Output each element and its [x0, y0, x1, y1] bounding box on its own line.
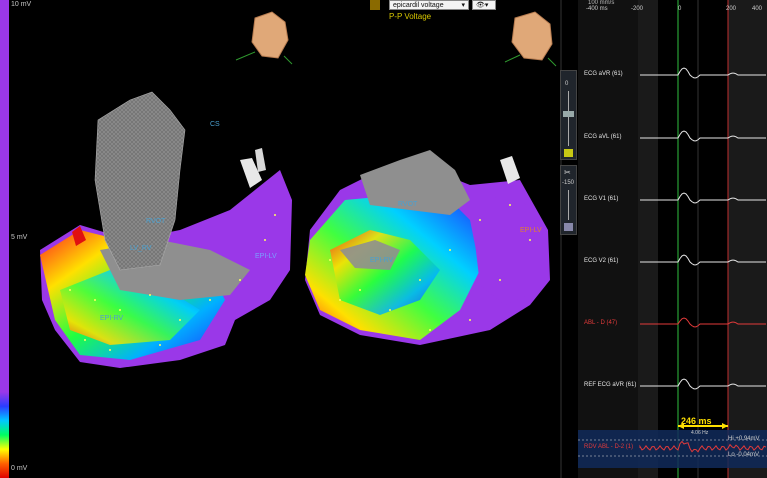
- slider-thumb[interactable]: [563, 111, 574, 117]
- 3d-map-view[interactable]: CS RVOT LV_RV EPI-LV EPI-RV RVOT EPI-RV …: [12, 0, 560, 478]
- map-label-epi-rv-2: EPI-RV: [370, 257, 394, 264]
- map-label-epi-lv-2: EPI-LV: [520, 227, 542, 234]
- ecg-panel: 100 mm/s -400 ms -200 0 200 400 ECG aVR …: [578, 0, 767, 478]
- threshold-slider[interactable]: ✂ -150: [560, 165, 577, 235]
- lead-label-ref: REF ECG aVR (61): [584, 382, 637, 388]
- lock-icon[interactable]: [564, 223, 573, 231]
- scissors-icon[interactable]: ✂: [564, 168, 571, 177]
- time-tick: 0: [678, 6, 682, 12]
- slider-track: [568, 190, 569, 220]
- measurement-sub: 4.06 Hz: [691, 430, 709, 436]
- lead-label-v1: ECG V1 (61): [584, 196, 619, 202]
- measurement-value: 246 ms: [681, 416, 712, 426]
- time-tick: 400: [752, 6, 763, 12]
- lead-label-avr: ECG aVR (61): [584, 71, 623, 77]
- plus-icon[interactable]: [564, 149, 573, 157]
- map-label-epi-lv: EPI-LV: [255, 253, 277, 260]
- map-label-lv-rv: LV_RV: [130, 245, 152, 252]
- orientation-head-icon: [235, 11, 293, 65]
- voltage-color-bar: [0, 0, 9, 478]
- orientation-head-icon: [504, 11, 557, 67]
- time-tick: -200: [631, 6, 644, 12]
- lead-label-abl: ABL - D (47): [584, 320, 618, 326]
- threshold-value: -150: [562, 180, 575, 186]
- time-axis: -400 ms -200 0 200 400: [586, 6, 763, 14]
- map-label-rvot: RVOT: [146, 218, 166, 225]
- lo-threshold-label: Lo -0.04mV: [728, 452, 760, 458]
- map-label-epi-rv: EPI-RV: [100, 315, 124, 322]
- heart-map-view-2: RVOT EPI-RV EPI-LV: [305, 150, 550, 345]
- time-tick: -400 ms: [586, 6, 608, 12]
- zoom-top-value: 0: [565, 81, 569, 87]
- map-label-rvot-2: RVOT: [398, 201, 418, 208]
- heart-map-view-1: CS RVOT LV_RV EPI-LV EPI-RV: [40, 91, 292, 368]
- slider-track: [568, 91, 569, 146]
- vertical-zoom-control: 0 ✂ -150: [560, 70, 577, 240]
- lead-label-rdv: RDV ABL - D-2 (1): [584, 444, 634, 450]
- time-tick: 200: [726, 6, 737, 12]
- hi-threshold-label: Hi +0.94mV: [728, 436, 760, 442]
- lead-label-avl: ECG aVL (61): [584, 134, 622, 140]
- lead-label-v2: ECG V2 (61): [584, 258, 619, 264]
- map-label-cs: CS: [210, 121, 220, 128]
- zoom-slider[interactable]: 0: [560, 70, 577, 160]
